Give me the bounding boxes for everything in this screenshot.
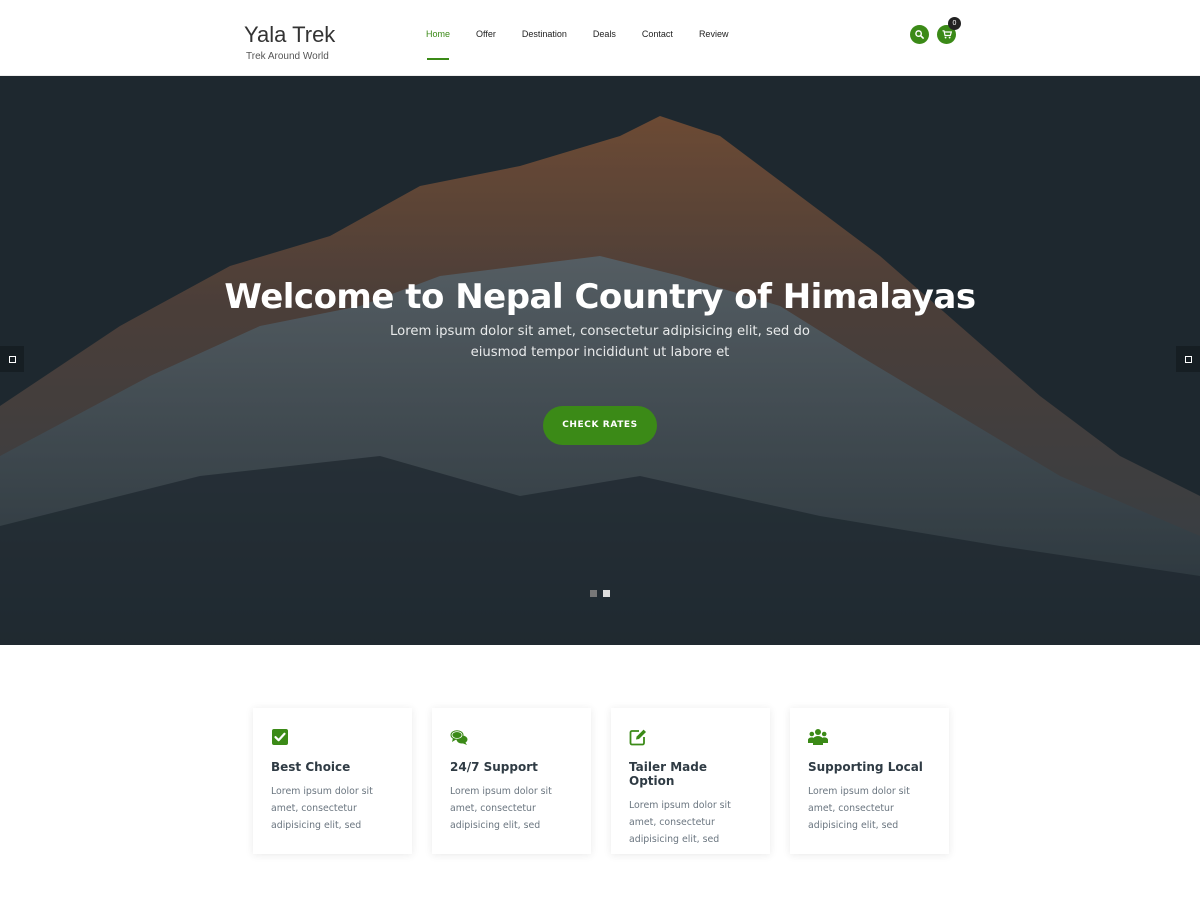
hero-subtitle: Lorem ipsum dolor sit amet, consectetur … xyxy=(390,324,810,360)
nav-item-contact[interactable]: Contact xyxy=(629,0,686,76)
next-arrow-icon xyxy=(1184,355,1192,363)
feature-card-best-choice: Best Choice Lorem ipsum dolor sit amet, … xyxy=(253,708,412,854)
users-icon xyxy=(808,729,828,745)
prev-arrow-icon xyxy=(8,355,16,363)
edit-icon xyxy=(629,729,646,746)
nav-item-offer[interactable]: Offer xyxy=(463,0,509,76)
slider-dots xyxy=(590,590,610,597)
feature-text: Lorem ipsum dolor sit amet, consectetur … xyxy=(271,786,373,831)
main-nav: Home Offer Destination Deals Contact Rev… xyxy=(413,0,741,76)
nav-item-review[interactable]: Review xyxy=(686,0,742,76)
nav-item-home[interactable]: Home xyxy=(413,0,463,76)
slider-dot-2[interactable] xyxy=(603,590,610,597)
brand[interactable]: Yala Trek Trek Around World xyxy=(244,22,335,62)
brand-tagline: Trek Around World xyxy=(246,51,329,62)
slider-dot-1[interactable] xyxy=(590,590,597,597)
feature-card-supporting-local: Supporting Local Lorem ipsum dolor sit a… xyxy=(790,708,949,854)
feature-card-support: 24/7 Support Lorem ipsum dolor sit amet,… xyxy=(432,708,591,854)
check-square-icon xyxy=(272,729,288,745)
features-section: Best Choice Lorem ipsum dolor sit amet, … xyxy=(253,708,949,854)
cart-count-badge: 0 xyxy=(948,17,961,30)
comments-icon xyxy=(450,730,468,745)
feature-text: Lorem ipsum dolor sit amet, consectetur … xyxy=(629,800,731,845)
nav-item-deals[interactable]: Deals xyxy=(580,0,629,76)
cart-icon xyxy=(942,30,952,39)
feature-card-tailer-made: Tailer Made Option Lorem ipsum dolor sit… xyxy=(611,708,770,854)
check-rates-button[interactable]: CHECK RATES xyxy=(543,406,657,445)
nav-item-destination[interactable]: Destination xyxy=(509,0,580,76)
brand-title[interactable]: Yala Trek xyxy=(244,22,335,48)
feature-text: Lorem ipsum dolor sit amet, consectetur … xyxy=(808,786,910,831)
feature-title: Tailer Made Option xyxy=(629,760,707,788)
hero-title: Welcome to Nepal Country of Himalayas xyxy=(224,277,976,317)
feature-text: Lorem ipsum dolor sit amet, consectetur … xyxy=(450,786,552,831)
feature-title: 24/7 Support xyxy=(450,760,538,774)
feature-title: Supporting Local xyxy=(808,760,923,774)
slider-next-button[interactable] xyxy=(1176,346,1200,372)
slider-prev-button[interactable] xyxy=(0,346,24,372)
search-button[interactable] xyxy=(910,25,929,44)
site-header: Yala Trek Trek Around World Home Offer D… xyxy=(0,0,1200,76)
feature-title: Best Choice xyxy=(271,760,351,774)
search-icon xyxy=(915,30,924,39)
hero-slider: Welcome to Nepal Country of Himalayas Lo… xyxy=(0,76,1200,645)
